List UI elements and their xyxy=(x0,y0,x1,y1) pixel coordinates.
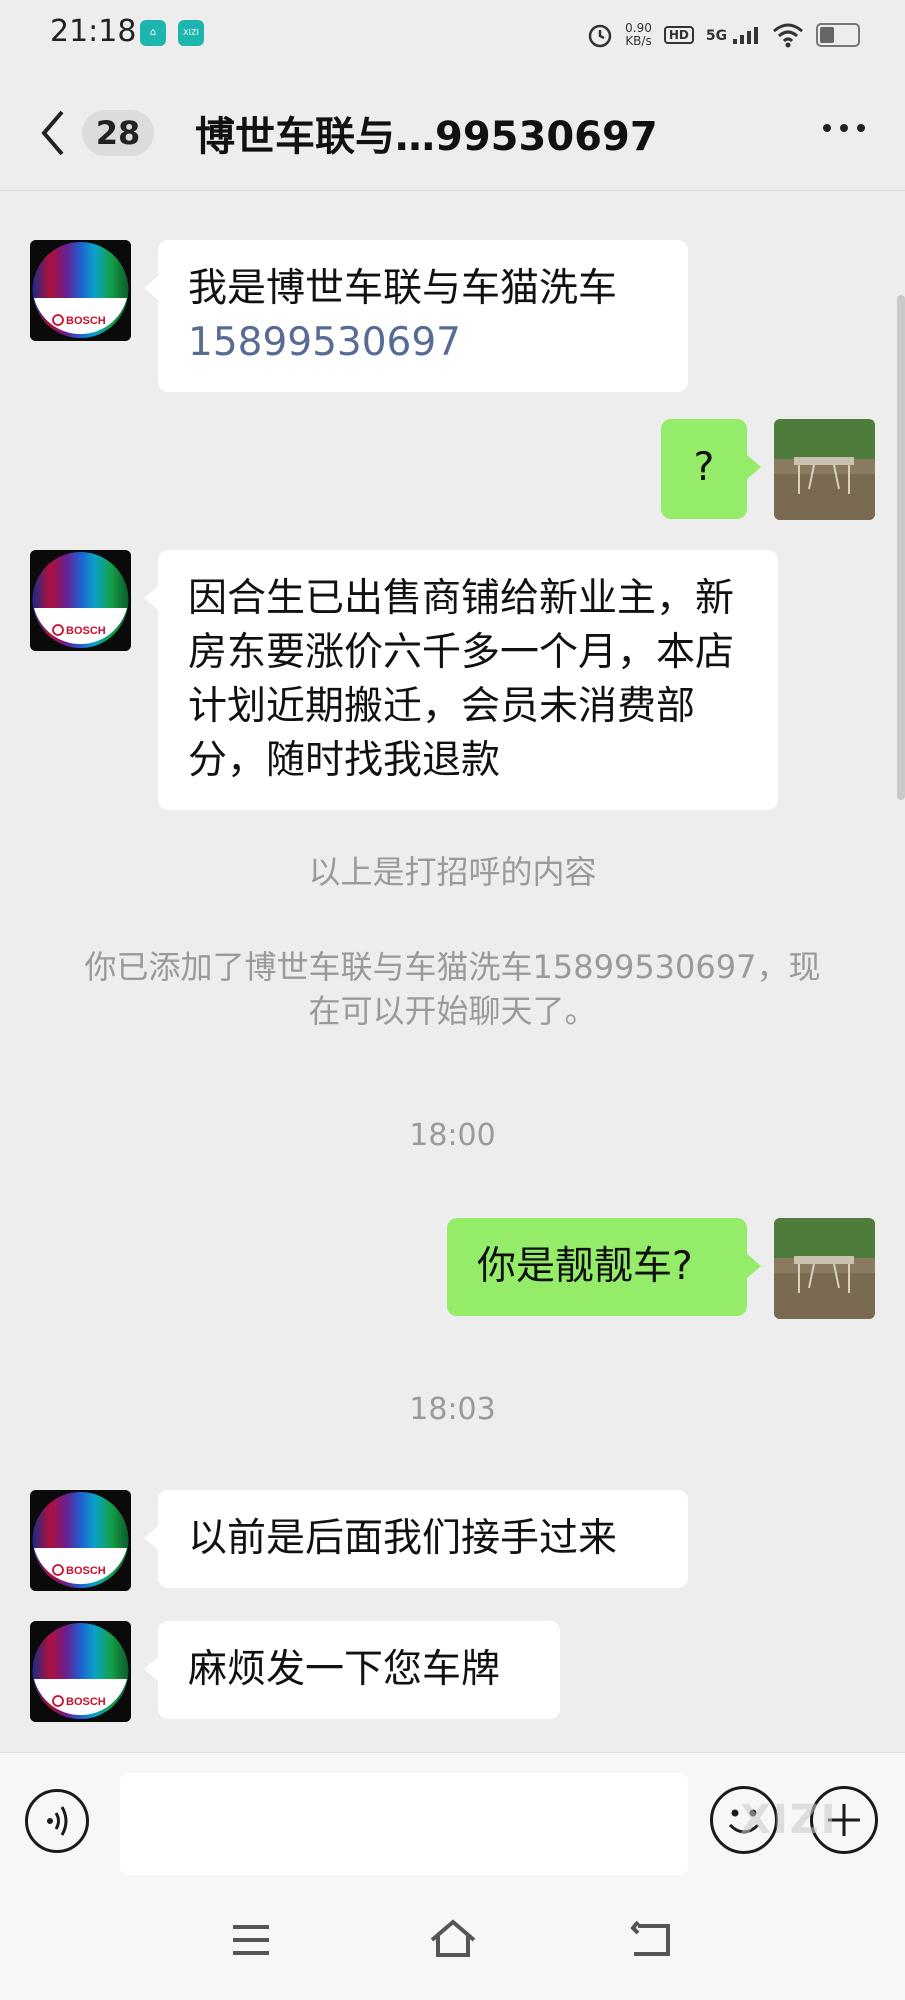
chevron-left-icon[interactable] xyxy=(38,108,68,158)
message-input[interactable] xyxy=(120,1773,688,1875)
voice-icon[interactable] xyxy=(25,1789,89,1853)
hd-badge: HD xyxy=(663,26,694,44)
chat-title: 博世车联与…99530697 xyxy=(195,114,658,160)
network-speed: 0.90 KB/s xyxy=(625,21,652,48)
watermark: XIZI xyxy=(740,1797,838,1843)
svg-text:BOSCH: BOSCH xyxy=(66,1565,106,1577)
svg-text:BOSCH: BOSCH xyxy=(66,1696,106,1708)
status-bar: 21:18 ⌂ XIZI 0.90 KB/s HD 5G xyxy=(0,0,905,70)
scrollbar[interactable] xyxy=(897,295,905,800)
svg-text:BOSCH: BOSCH xyxy=(66,315,106,327)
chat-header: 28 博世车联与…99530697 xyxy=(0,70,905,191)
message-bubble-incoming[interactable]: 因合生已出售商铺给新业主，新房东要涨价六千多一个月，本店计划近期搬迁，会员未消费… xyxy=(144,550,778,810)
xizi-app-icon: XIZI xyxy=(178,20,204,46)
input-bar: XIZI xyxy=(0,1752,905,1883)
alarm-icon xyxy=(588,24,612,48)
contact-avatar[interactable]: BOSCH xyxy=(30,550,131,651)
signal-icon: 5G xyxy=(706,26,760,44)
wifi-icon xyxy=(773,23,803,48)
contact-avatar[interactable]: BOSCH xyxy=(30,1490,131,1591)
battery-icon xyxy=(816,23,860,47)
unread-count-badge[interactable]: 28 xyxy=(82,110,154,156)
message-text: 我是博世车联与车猫洗车 xyxy=(188,266,618,311)
timestamp: 18:00 xyxy=(409,1118,496,1153)
message-text: 因合生已出售商铺给新业主，新房东要涨价六千多一个月，本店计划近期搬迁，会员未消费… xyxy=(188,576,735,783)
message-bubble-incoming[interactable]: 以前是后面我们接手过来 xyxy=(144,1490,688,1588)
my-avatar[interactable] xyxy=(774,1218,875,1319)
home-icon[interactable] xyxy=(428,1918,478,1958)
message-bubble-incoming[interactable]: 我是博世车联与车猫洗车 15899530697 xyxy=(144,240,688,392)
message-bubble-outgoing[interactable]: 你是靓靓车? xyxy=(447,1218,761,1316)
back-nav-icon[interactable] xyxy=(630,1920,674,1958)
contact-avatar[interactable]: BOSCH xyxy=(30,1621,131,1722)
message-text: ? xyxy=(693,445,715,490)
message-bubble-outgoing[interactable]: ? xyxy=(661,419,761,519)
timestamp: 18:03 xyxy=(409,1392,496,1427)
phone-number-link[interactable]: 15899530697 xyxy=(188,320,461,365)
status-time: 21:18 xyxy=(50,14,137,49)
contact-avatar[interactable]: BOSCH xyxy=(30,240,131,341)
system-navigation-bar xyxy=(0,1882,905,2000)
message-text: 你是靓靓车? xyxy=(477,1244,693,1289)
home-app-icon: ⌂ xyxy=(140,20,166,46)
menu-icon[interactable] xyxy=(230,1922,272,1958)
message-text: 以前是后面我们接手过来 xyxy=(188,1516,618,1561)
message-bubble-incoming[interactable]: 麻烦发一下您车牌 xyxy=(144,1621,560,1719)
svg-text:BOSCH: BOSCH xyxy=(66,625,106,637)
message-text: 麻烦发一下您车牌 xyxy=(188,1647,501,1692)
system-added-note: 你已添加了博世车联与车猫洗车15899530697，现在可以开始聊天了。 xyxy=(84,948,821,1030)
more-horizontal-icon[interactable] xyxy=(823,124,865,132)
my-avatar[interactable] xyxy=(774,419,875,520)
system-greeting-note: 以上是打招呼的内容 xyxy=(308,853,597,891)
